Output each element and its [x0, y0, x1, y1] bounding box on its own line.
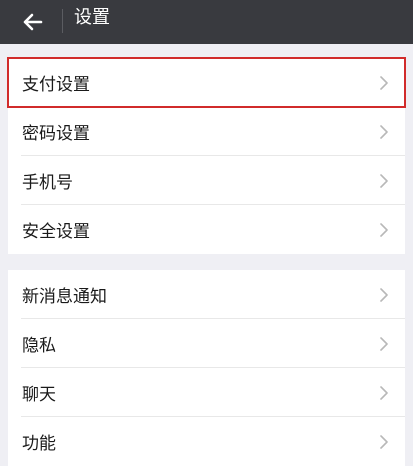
settings-item-chat[interactable]: 聊天	[8, 368, 405, 417]
chevron-right-icon	[380, 337, 388, 351]
settings-item-payment[interactable]: 支付设置	[7, 57, 406, 108]
chevron-right-icon	[380, 174, 388, 188]
chevron-right-icon	[380, 435, 388, 449]
page-title: 设置	[74, 7, 110, 28]
chevron-right-icon	[380, 386, 388, 400]
back-arrow-icon[interactable]	[20, 9, 46, 35]
settings-item-label: 聊天	[22, 385, 56, 405]
settings-item-privacy[interactable]: 隐私	[8, 319, 405, 368]
settings-group-general: 新消息通知 隐私 聊天 功能	[8, 270, 405, 466]
chevron-right-icon	[380, 223, 388, 237]
chevron-right-icon	[380, 125, 388, 139]
settings-item-security[interactable]: 安全设置	[8, 205, 405, 254]
settings-item-label: 安全设置	[22, 222, 90, 242]
settings-item-phone[interactable]: 手机号	[8, 156, 405, 205]
chevron-right-icon	[380, 288, 388, 302]
app-bar: 设置	[0, 0, 413, 44]
settings-item-label: 密码设置	[22, 124, 90, 144]
settings-item-label: 支付设置	[22, 75, 90, 95]
settings-item-label: 手机号	[22, 173, 73, 193]
settings-item-label: 新消息通知	[22, 287, 107, 307]
header-divider	[62, 9, 63, 33]
settings-item-label: 隐私	[22, 336, 56, 356]
settings-item-password[interactable]: 密码设置	[8, 107, 405, 156]
settings-item-features[interactable]: 功能	[8, 417, 405, 466]
settings-item-notifications[interactable]: 新消息通知	[8, 270, 405, 319]
chevron-right-icon	[380, 76, 388, 90]
settings-item-label: 功能	[22, 434, 56, 454]
settings-group-account: 支付设置 密码设置 手机号 安全设置	[7, 57, 406, 254]
